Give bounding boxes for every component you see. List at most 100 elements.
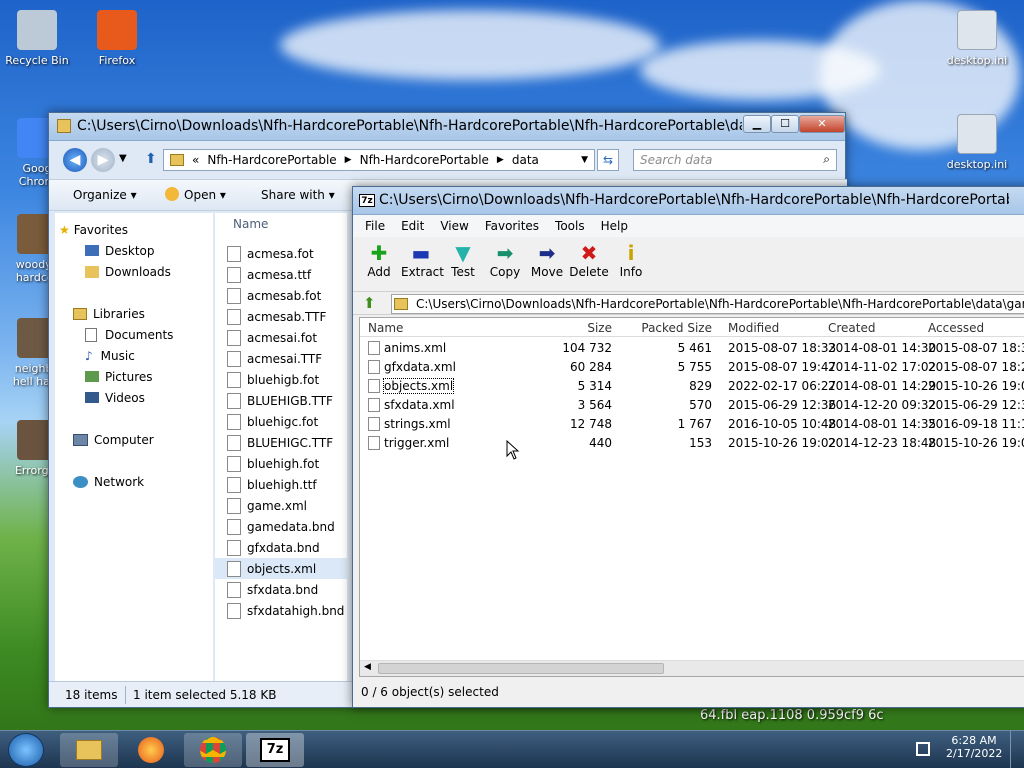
column-header[interactable]: Packed Size [622, 321, 712, 335]
list-item[interactable]: game.xml [215, 495, 347, 516]
nav-desktop[interactable]: Desktop [55, 240, 213, 261]
desktop-icon[interactable]: desktop.ini [940, 10, 1014, 67]
nav-libraries[interactable]: Libraries [55, 303, 213, 324]
menu-view[interactable]: View [440, 219, 468, 237]
nav-documents[interactable]: Documents [55, 324, 213, 345]
column-header[interactable]: Created [828, 321, 924, 335]
refresh-icon[interactable]: ⇆ [597, 149, 619, 171]
extract-button[interactable]: ▬ Extract [401, 241, 444, 279]
info-button[interactable]: i Info [611, 241, 651, 279]
copy-button[interactable]: ➡ Copy [485, 241, 525, 279]
share-with-button[interactable]: Share with ▾ [261, 188, 335, 202]
taskbar-explorer[interactable] [60, 733, 118, 767]
list-item[interactable]: BLUEHIGB.TTF [215, 390, 347, 411]
extract-icon: ▬ [411, 241, 431, 265]
taskbar-firefox[interactable] [122, 733, 180, 767]
maximize-button[interactable]: ☐ [771, 115, 799, 133]
network-tray-icon[interactable] [916, 742, 930, 756]
nav-downloads[interactable]: Downloads [55, 261, 213, 282]
column-header-name[interactable]: Name [233, 217, 268, 231]
menu-help[interactable]: Help [601, 219, 628, 237]
table-row[interactable]: strings.xml 12 748 1 767 2016-10-05 10:48 20… [360, 415, 1024, 434]
menu-edit[interactable]: Edit [401, 219, 424, 237]
add-button[interactable]: ✚ Add [359, 241, 399, 279]
xml-file-icon [368, 341, 380, 355]
menu-file[interactable]: File [365, 219, 385, 237]
scroll-thumb[interactable] [378, 663, 664, 674]
table-cell: gfxdata.xml [384, 360, 456, 374]
chevron-right-icon[interactable]: ▶ [345, 155, 352, 165]
address-bar[interactable]: « Nfh-HardcorePortable ▶ Nfh-HardcorePort… [163, 149, 595, 171]
column-header[interactable]: Name [368, 321, 518, 335]
nav-videos[interactable]: Videos [55, 387, 213, 408]
chevron-right-icon[interactable]: ▶ [497, 155, 504, 165]
desktop-icon[interactable]: desktop.ini [940, 114, 1014, 171]
organize-button[interactable]: Organize ▾ [73, 188, 137, 202]
breadcrumb-item[interactable]: data [512, 153, 539, 167]
search-input[interactable]: Search data ⌕ [633, 149, 837, 171]
desktop-icon[interactable]: Recycle Bin [2, 10, 72, 67]
sevenzip-titlebar[interactable]: 7z C:\Users\Cirno\Downloads\Nfh-Hardcore… [353, 187, 1024, 215]
forward-icon[interactable]: ▶ [91, 148, 115, 172]
breadcrumb-item[interactable]: Nfh-HardcorePortable [360, 153, 489, 167]
nav-pictures[interactable]: Pictures [55, 366, 213, 387]
breadcrumb-overflow[interactable]: « [192, 153, 199, 167]
list-item[interactable]: acmesa.fot [215, 243, 347, 264]
test-button[interactable]: ▼ Test [443, 241, 483, 279]
taskbar-sevenzip[interactable]: 7z [246, 733, 304, 767]
search-icon[interactable]: ⌕ [823, 152, 830, 167]
clock[interactable]: 6:28 AM 2/17/2022 [946, 734, 1002, 760]
list-item[interactable]: sfxdatahigh.bnd [215, 600, 347, 621]
list-item[interactable]: acmesab.TTF [215, 306, 347, 327]
move-button[interactable]: ➡ Move [527, 241, 567, 279]
table-row[interactable]: trigger.xml 440 153 2015-10-26 19:02 2014-12… [360, 434, 1024, 453]
path-input[interactable]: C:\Users\Cirno\Downloads\Nfh-HardcorePor… [391, 294, 1024, 314]
list-item[interactable]: BLUEHIGC.TTF [215, 432, 347, 453]
close-button[interactable]: ✕ [799, 115, 845, 133]
list-item[interactable]: bluehigc.fot [215, 411, 347, 432]
minimize-button[interactable]: ▁ [743, 115, 771, 133]
column-header[interactable]: Size [522, 321, 612, 335]
menu-tools[interactable]: Tools [555, 219, 585, 237]
delete-button[interactable]: ✖ Delete [569, 241, 609, 279]
list-item[interactable]: sfxdata.bnd [215, 579, 347, 600]
taskbar-chrome[interactable] [184, 733, 242, 767]
list-item[interactable]: acmesai.fot [215, 327, 347, 348]
nav-network[interactable]: Network [55, 471, 213, 492]
nav-label: Documents [105, 327, 174, 342]
list-item[interactable]: bluehigh.fot [215, 453, 347, 474]
nav-computer[interactable]: Computer [55, 429, 213, 450]
list-item[interactable]: acmesai.TTF [215, 348, 347, 369]
list-item[interactable]: gamedata.bnd [215, 516, 347, 537]
firefox-icon [97, 10, 137, 50]
up-folder-icon[interactable]: ⬆ [363, 294, 376, 312]
start-button[interactable] [8, 733, 44, 767]
scroll-left-icon[interactable]: ◀ [364, 662, 371, 672]
chevron-down-icon[interactable]: ▼ [581, 155, 588, 165]
nav-favorites[interactable]: ★ Favorites [55, 219, 213, 240]
menu-favorites[interactable]: Favorites [485, 219, 539, 237]
list-item[interactable]: acmesa.ttf [215, 264, 347, 285]
list-item[interactable]: acmesab.fot [215, 285, 347, 306]
list-item[interactable]: bluehigb.fot [215, 369, 347, 390]
column-header[interactable]: Modified [728, 321, 824, 335]
horizontal-scrollbar[interactable]: ◀ [360, 660, 1024, 676]
open-button[interactable]: Open ▾ [184, 188, 226, 202]
table-row[interactable]: anims.xml 104 732 5 461 2015-08-07 18:33 201… [360, 339, 1024, 358]
nav-music[interactable]: ♪ Music [55, 345, 213, 366]
table-row[interactable]: sfxdata.xml 3 564 570 2015-06-29 12:36 2014-… [360, 396, 1024, 415]
recent-dropdown-icon[interactable]: ▼ [119, 153, 127, 164]
column-header[interactable]: Accessed [928, 321, 1024, 335]
list-item[interactable]: gfxdata.bnd [215, 537, 347, 558]
list-item[interactable]: bluehigh.ttf [215, 474, 347, 495]
explorer-titlebar[interactable]: C:\Users\Cirno\Downloads\Nfh-HardcorePor… [49, 113, 845, 141]
up-icon[interactable]: ⬆ [145, 151, 157, 167]
list-item[interactable]: objects.xml [215, 558, 347, 579]
back-icon[interactable]: ◀ [63, 148, 87, 172]
breadcrumb-item[interactable]: Nfh-HardcorePortable [207, 153, 336, 167]
show-desktop-button[interactable] [1010, 731, 1024, 768]
table-row[interactable]: objects.xml 5 314 829 2022-02-17 06:27 2014-… [360, 377, 1024, 396]
table-row[interactable]: gfxdata.xml 60 284 5 755 2015-08-07 19:47 20… [360, 358, 1024, 377]
file-name: objects.xml [247, 561, 317, 576]
desktop-icon[interactable]: Firefox [82, 10, 152, 67]
